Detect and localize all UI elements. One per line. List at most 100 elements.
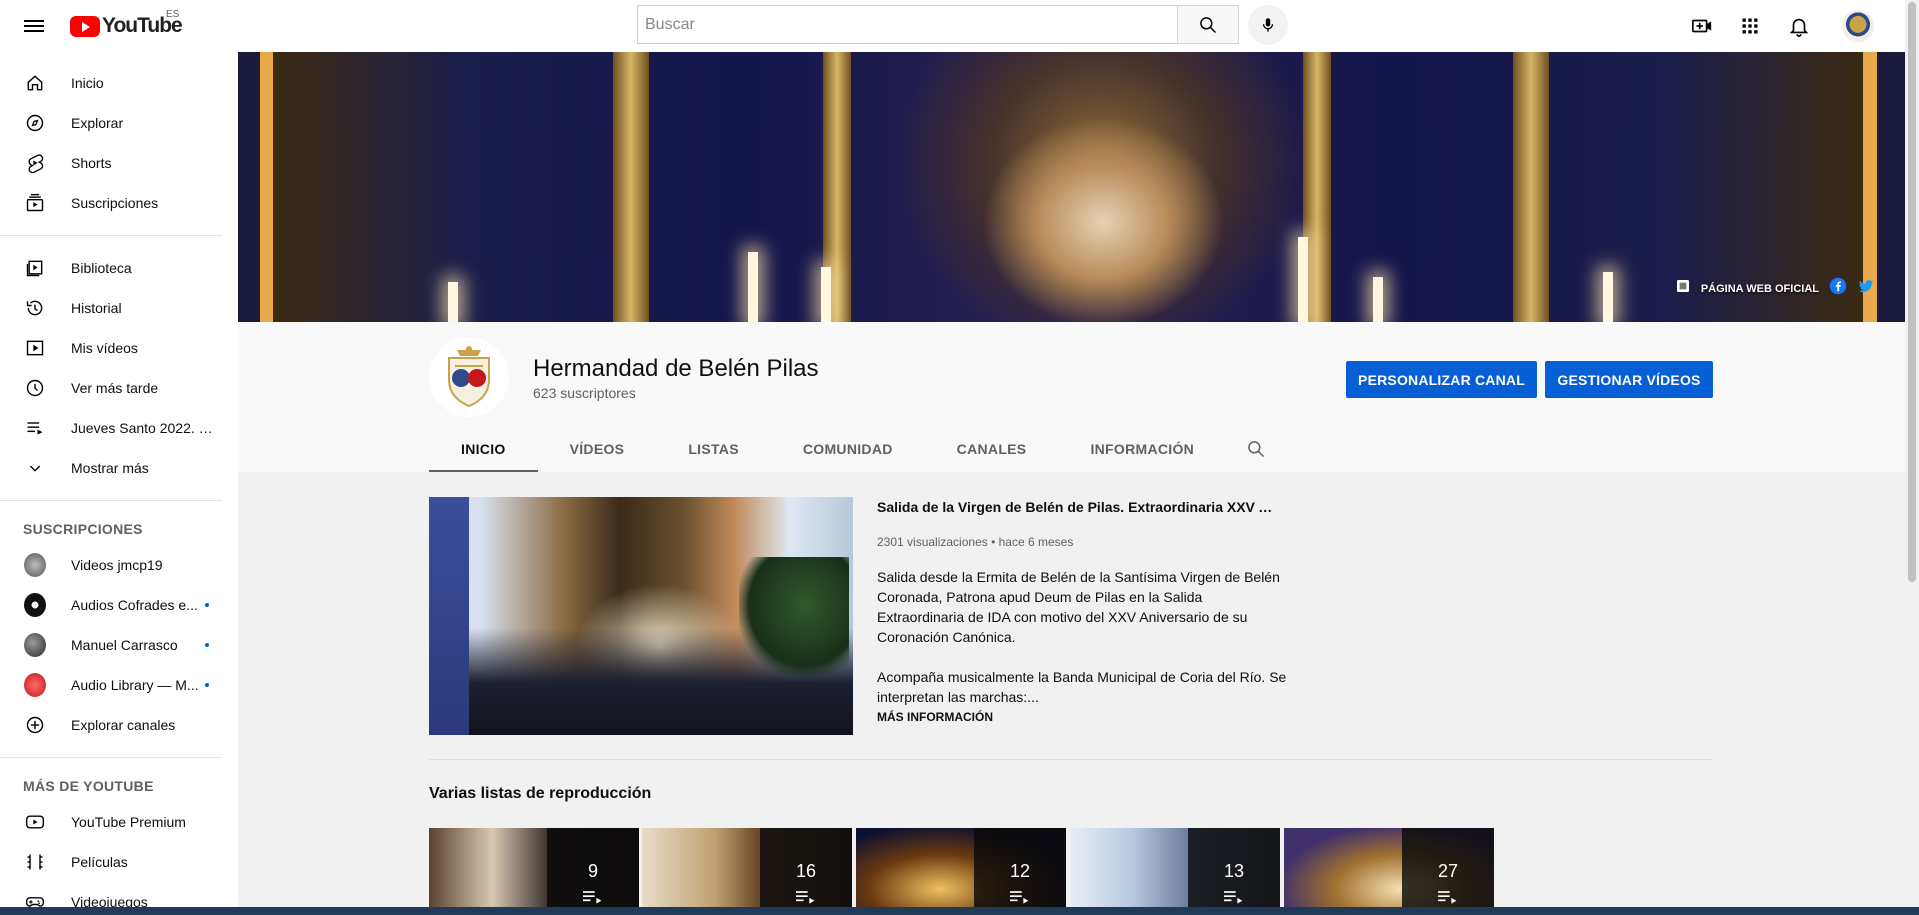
customize-channel-button[interactable]: PERSONALIZAR CANAL — [1346, 361, 1537, 398]
masthead: YouTube ES — [0, 0, 1905, 52]
search-input[interactable] — [637, 5, 1177, 44]
add-circle-icon — [24, 714, 46, 736]
playlist-icon — [1224, 891, 1243, 904]
sidebar-item-subscriptions[interactable]: Suscripciones — [0, 183, 238, 223]
more-from-youtube-heading: MÁS DE YOUTUBE — [23, 778, 154, 794]
sidebar-item-label: Biblioteca — [71, 260, 132, 276]
voice-search-button[interactable] — [1248, 5, 1288, 45]
page-scrollbar[interactable] — [1905, 0, 1919, 907]
film-icon — [24, 851, 46, 873]
banner-column — [1513, 52, 1549, 322]
tab-about[interactable]: INFORMACIÓN — [1058, 425, 1226, 473]
sidebar-item-label: Mostrar más — [71, 460, 149, 476]
playlist-card[interactable]: 27 — [1284, 828, 1494, 915]
sidebar-item-movies[interactable]: Películas — [0, 842, 238, 882]
subscription-item[interactable]: Audio Library — M... — [0, 665, 238, 705]
sidebar-item-label: Explorar — [71, 115, 124, 131]
my-videos-icon — [24, 337, 46, 359]
menu-icon[interactable] — [22, 14, 46, 38]
sidebar-item-history[interactable]: Historial — [0, 288, 238, 328]
subscription-item[interactable]: Manuel Carrasco — [0, 625, 238, 665]
playlist-icon — [24, 417, 46, 439]
banner-column — [613, 52, 649, 322]
channel-header: Hermandad de Belén Pilas 623 suscriptore… — [238, 322, 1905, 473]
sidebar-item-youtube-premium[interactable]: YouTube Premium — [0, 802, 238, 842]
chevron-down-icon — [24, 457, 46, 479]
subscriptions-heading: SUSCRIPCIONES — [23, 521, 143, 537]
sidebar-item-label: Explorar canales — [71, 717, 176, 733]
description-paragraph: Acompaña musicalmente la Banda Municipal… — [877, 669, 1287, 705]
candle — [1298, 237, 1308, 322]
playlist-icon — [1438, 891, 1457, 904]
bell-icon — [1789, 18, 1809, 37]
channel-name: Hermandad de Belén Pilas — [533, 355, 819, 382]
scrollbar-thumb[interactable] — [1908, 2, 1916, 582]
playlist-card[interactable]: 16 — [642, 828, 852, 915]
more-info-link[interactable]: MÁS INFORMACIÓN — [877, 710, 993, 724]
tab-channels[interactable]: CANALES — [925, 425, 1059, 473]
apps-button[interactable] — [1736, 12, 1764, 40]
channel-avatar — [24, 593, 46, 617]
channel-avatar-large[interactable] — [429, 337, 509, 417]
thumbnail-palm — [739, 557, 849, 677]
manage-videos-button[interactable]: GESTIONAR VÍDEOS — [1545, 361, 1713, 398]
sidebar-item-shorts[interactable]: Shorts — [0, 143, 238, 183]
twitter-icon[interactable] — [1857, 277, 1875, 300]
tab-playlists[interactable]: LISTAS — [656, 425, 771, 473]
channel-search-button[interactable] — [1232, 425, 1280, 473]
featured-video-title[interactable]: Salida de la Virgen de Belén de Pilas. E… — [877, 499, 1277, 515]
library-icon — [24, 257, 46, 279]
shorts-icon — [24, 152, 46, 174]
subscription-item[interactable]: Audios Cofrades e... — [0, 585, 238, 625]
tab-community[interactable]: COMUNIDAD — [771, 425, 925, 473]
sidebar-item-label: Mis vídeos — [71, 340, 138, 356]
playlist-card[interactable]: 9 — [429, 828, 639, 915]
facebook-icon[interactable] — [1829, 277, 1847, 300]
sidebar-divider — [0, 500, 222, 501]
create-button[interactable] — [1688, 12, 1716, 40]
playlist-video-count: 27 — [1437, 861, 1459, 881]
banner-border-left — [260, 52, 274, 322]
playlist-video-count: 9 — [587, 861, 598, 881]
sidebar-item-explore[interactable]: Explorar — [0, 103, 238, 143]
playlist-video-count: 16 — [795, 861, 817, 881]
candle — [1373, 277, 1383, 322]
tab-home[interactable]: INICIO — [429, 425, 538, 473]
candle — [448, 282, 458, 322]
sidebar-show-more[interactable]: Mostrar más — [0, 448, 238, 488]
subscription-item[interactable]: Videos jmcp19 — [0, 545, 238, 585]
candle — [748, 252, 758, 322]
sidebar-item-playlist[interactable]: Jueves Santo 2022. P... — [0, 408, 238, 448]
website-icon — [1675, 278, 1691, 299]
youtube-logo[interactable]: YouTube — [70, 14, 183, 38]
history-icon — [24, 297, 46, 319]
search-button[interactable] — [1177, 5, 1239, 44]
playlist-overlay: 13 — [1188, 828, 1280, 915]
playlist-card[interactable]: 13 — [1070, 828, 1280, 915]
sidebar-item-watch-later[interactable]: Ver más tarde — [0, 368, 238, 408]
new-content-dot — [205, 683, 209, 687]
sidebar-item-browse-channels[interactable]: Explorar canales — [0, 705, 238, 745]
sidebar-item-label: Shorts — [71, 155, 112, 171]
account-avatar[interactable] — [1842, 10, 1874, 42]
channel-avatar-container — [24, 553, 46, 577]
subscription-label: Audios Cofrades e... — [71, 597, 198, 613]
tab-videos[interactable]: VÍDEOS — [538, 425, 657, 473]
playlist-card[interactable]: 12 — [856, 828, 1066, 915]
playlist-overlay: 16 — [760, 828, 852, 915]
taskbar-edge — [0, 907, 1919, 915]
sidebar-item-my-videos[interactable]: Mis vídeos — [0, 328, 238, 368]
country-code: ES — [166, 9, 180, 20]
sidebar-item-home[interactable]: Inicio — [0, 63, 238, 103]
notifications-button[interactable] — [1785, 12, 1813, 40]
channel-avatar-container — [24, 673, 46, 697]
playlist-video-count: 13 — [1223, 861, 1245, 881]
sidebar-item-library[interactable]: Biblioteca — [0, 248, 238, 288]
channel-tabs: INICIO VÍDEOS LISTAS COMUNIDAD CANALES I… — [429, 425, 1280, 473]
official-website-link[interactable]: PÁGINA WEB OFICIAL — [1701, 283, 1819, 295]
playlist-overlay: 27 — [1402, 828, 1494, 915]
subscription-label: Videos jmcp19 — [71, 557, 163, 573]
subscription-label: Audio Library — M... — [71, 677, 199, 693]
featured-video-thumbnail[interactable] — [429, 497, 853, 735]
channel-banner: PÁGINA WEB OFICIAL — [238, 52, 1905, 322]
